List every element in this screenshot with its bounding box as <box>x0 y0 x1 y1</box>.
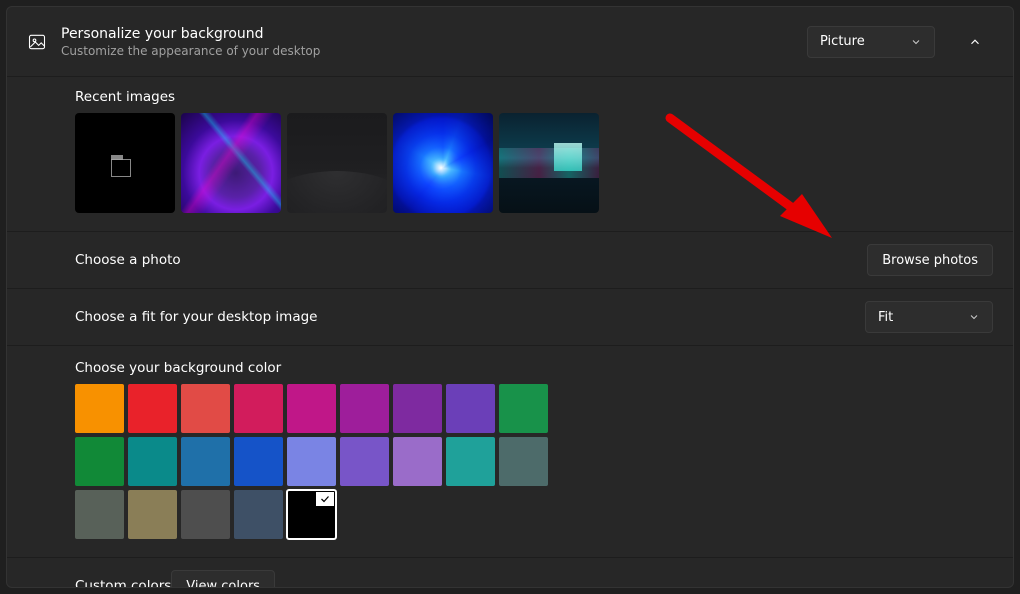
chevron-down-icon <box>910 36 922 48</box>
recent-image-thumb[interactable] <box>75 113 175 213</box>
color-section: Choose your background color <box>7 346 1013 558</box>
color-swatch[interactable] <box>287 384 336 433</box>
swatch-row <box>75 437 993 486</box>
color-swatch[interactable] <box>75 490 124 539</box>
header-title: Personalize your background <box>61 26 793 42</box>
color-swatch[interactable] <box>128 437 177 486</box>
custom-colors-row: Custom colors View colors <box>7 558 1013 588</box>
color-section-label: Choose your background color <box>75 360 993 376</box>
collapse-button[interactable] <box>957 24 993 60</box>
header-subtitle: Customize the appearance of your desktop <box>61 44 793 58</box>
color-swatch[interactable] <box>393 384 442 433</box>
background-type-value: Picture <box>820 34 865 49</box>
color-swatch[interactable] <box>181 490 230 539</box>
custom-colors-label: Custom colors <box>75 578 171 588</box>
recent-images-section: Recent images <box>7 77 1013 232</box>
color-swatch[interactable] <box>340 437 389 486</box>
browse-photos-button-label: Browse photos <box>882 253 978 268</box>
color-swatch[interactable] <box>499 384 548 433</box>
view-colors-button[interactable]: View colors <box>171 570 275 588</box>
header-row: Personalize your background Customize th… <box>7 7 1013 77</box>
color-swatch[interactable] <box>234 490 283 539</box>
recent-image-thumb[interactable] <box>393 113 493 213</box>
view-colors-button-label: View colors <box>186 579 260 589</box>
color-swatch[interactable] <box>340 384 389 433</box>
checkmark-icon <box>316 492 334 506</box>
choose-photo-row: Choose a photo Browse photos <box>7 232 1013 288</box>
color-swatch[interactable] <box>181 437 230 486</box>
recent-image-thumb[interactable] <box>287 113 387 213</box>
recent-images-label: Recent images <box>75 89 993 105</box>
image-icon <box>27 32 47 52</box>
color-swatch[interactable] <box>499 437 548 486</box>
color-swatch[interactable] <box>128 384 177 433</box>
swatch-row <box>75 490 993 539</box>
color-swatch[interactable] <box>128 490 177 539</box>
color-swatch[interactable] <box>234 384 283 433</box>
color-swatch[interactable] <box>446 437 495 486</box>
color-swatch[interactable] <box>75 437 124 486</box>
choose-fit-row: Choose a fit for your desktop image Fit <box>7 289 1013 345</box>
recent-image-thumb[interactable] <box>181 113 281 213</box>
chevron-down-icon <box>968 311 980 323</box>
color-swatch[interactable] <box>75 384 124 433</box>
choose-fit-label: Choose a fit for your desktop image <box>75 309 317 325</box>
color-swatch-grid <box>75 384 993 539</box>
fit-select-value: Fit <box>878 310 893 325</box>
fit-select[interactable]: Fit <box>865 301 993 333</box>
choose-photo-label: Choose a photo <box>75 252 181 268</box>
color-swatch[interactable] <box>446 384 495 433</box>
color-swatch[interactable] <box>393 437 442 486</box>
browse-photos-button[interactable]: Browse photos <box>867 244 993 276</box>
color-swatch[interactable] <box>287 490 336 539</box>
background-settings-panel: Personalize your background Customize th… <box>6 6 1014 588</box>
background-type-select[interactable]: Picture <box>807 26 935 58</box>
color-swatch[interactable] <box>287 437 336 486</box>
header-titles: Personalize your background Customize th… <box>61 26 793 58</box>
recent-images-list <box>75 113 993 213</box>
swatch-row <box>75 384 993 433</box>
recent-image-thumb[interactable] <box>499 113 599 213</box>
color-swatch[interactable] <box>181 384 230 433</box>
color-swatch[interactable] <box>234 437 283 486</box>
